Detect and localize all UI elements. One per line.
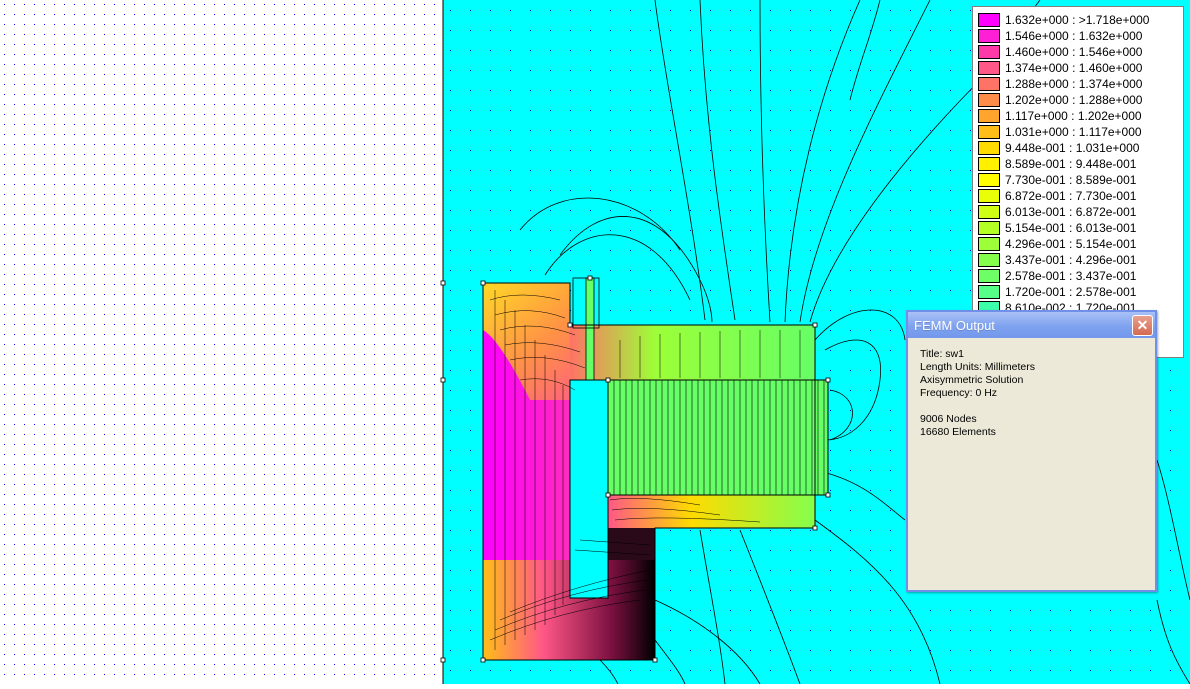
output-info: Title: sw1 Length Units: Millimeters Axi… <box>908 338 1155 449</box>
legend-entry: 1.460e+000 : 1.546e+000 <box>978 44 1142 60</box>
node-count: 9006 Nodes <box>920 413 977 425</box>
legend-label: 1.031e+000 : 1.117e+000 <box>1005 125 1142 139</box>
length-units: Length Units: Millimeters <box>920 361 1035 373</box>
solution-type: Axisymmetric Solution <box>920 374 1024 386</box>
legend-swatch <box>978 221 1000 235</box>
legend-label: 1.460e+000 : 1.546e+000 <box>1005 45 1143 59</box>
window-titlebar[interactable]: FEMM Output ✕ <box>908 312 1155 338</box>
legend-label: 1.117e+000 : 1.202e+000 <box>1005 109 1142 123</box>
legend-entry: 9.448e-001 : 1.031e+000 <box>978 140 1139 156</box>
element-count: 16680 Elements <box>920 426 996 438</box>
legend-swatch <box>978 269 1000 283</box>
legend-label: 1.288e+000 : 1.374e+000 <box>1005 77 1143 91</box>
legend-swatch <box>978 125 1000 139</box>
legend-label: 2.578e-001 : 3.437e-001 <box>1005 269 1137 283</box>
legend-label: 1.546e+000 : 1.632e+000 <box>1005 29 1143 43</box>
legend-label: 7.730e-001 : 8.589e-001 <box>1005 173 1137 187</box>
legend-label: 5.154e-001 : 6.013e-001 <box>1005 221 1137 235</box>
legend-label: 1.202e+000 : 1.288e+000 <box>1005 93 1143 107</box>
legend-entry: 7.730e-001 : 8.589e-001 <box>978 172 1136 188</box>
legend-swatch <box>978 45 1000 59</box>
legend-entry: 6.013e-001 : 6.872e-001 <box>978 204 1136 220</box>
legend-label: 9.448e-001 : 1.031e+000 <box>1005 141 1140 155</box>
legend-label: 1.374e+000 : 1.460e+000 <box>1005 61 1143 75</box>
legend-entry: 1.374e+000 : 1.460e+000 <box>978 60 1142 76</box>
problem-title: Title: sw1 <box>920 348 964 360</box>
legend-swatch <box>978 285 1000 299</box>
legend-swatch <box>978 109 1000 123</box>
femm-output-window[interactable]: FEMM Output ✕ Title: sw1 Length Units: M… <box>906 310 1157 592</box>
legend-entry: 6.872e-001 : 7.730e-001 <box>978 188 1136 204</box>
legend-entry: 1.720e-001 : 2.578e-001 <box>978 284 1136 300</box>
legend-swatch <box>978 237 1000 251</box>
grid-dots-left <box>0 0 443 684</box>
density-legend: 1.632e+000 : >1.718e+000 1.546e+000 : 1.6… <box>972 6 1184 358</box>
legend-swatch <box>978 205 1000 219</box>
legend-entry: 1.202e+000 : 1.288e+000 <box>978 92 1142 108</box>
legend-entry: 8.589e-001 : 9.448e-001 <box>978 156 1136 172</box>
legend-swatch <box>978 13 1000 27</box>
legend-swatch <box>978 93 1000 107</box>
legend-entry: 1.117e+000 : 1.202e+000 <box>978 108 1142 124</box>
legend-entry: 4.296e-001 : 5.154e-001 <box>978 236 1136 252</box>
legend-swatch <box>978 61 1000 75</box>
legend-swatch <box>978 141 1000 155</box>
legend-label: 1.632e+000 : >1.718e+000 <box>1005 13 1150 27</box>
legend-entry: 1.031e+000 : 1.117e+000 <box>978 124 1142 140</box>
legend-label: 6.013e-001 : 6.872e-001 <box>1005 205 1137 219</box>
legend-label: 6.872e-001 : 7.730e-001 <box>1005 189 1137 203</box>
legend-swatch <box>978 29 1000 43</box>
legend-swatch <box>978 157 1000 171</box>
legend-entry: 1.632e+000 : >1.718e+000 <box>978 12 1149 28</box>
legend-entry: 1.546e+000 : 1.632e+000 <box>978 28 1142 44</box>
legend-swatch <box>978 77 1000 91</box>
frequency: Frequency: 0 Hz <box>920 387 998 399</box>
legend-swatch <box>978 253 1000 267</box>
legend-label: 3.437e-001 : 4.296e-001 <box>1005 253 1137 267</box>
close-icon: ✕ <box>1136 316 1149 333</box>
legend-swatch <box>978 173 1000 187</box>
legend-entry: 2.578e-001 : 3.437e-001 <box>978 268 1136 284</box>
femm-post-processor-view[interactable]: 1.632e+000 : >1.718e+000 1.546e+000 : 1.6… <box>0 0 1190 685</box>
legend-entry: 5.154e-001 : 6.013e-001 <box>978 220 1136 236</box>
close-button[interactable]: ✕ <box>1132 314 1153 336</box>
legend-swatch <box>978 189 1000 203</box>
legend-label: 4.296e-001 : 5.154e-001 <box>1005 237 1137 251</box>
legend-label: 1.720e-001 : 2.578e-001 <box>1005 285 1137 299</box>
legend-label: 8.589e-001 : 9.448e-001 <box>1005 157 1137 171</box>
legend-entry: 1.288e+000 : 1.374e+000 <box>978 76 1142 92</box>
window-title: FEMM Output <box>914 317 995 333</box>
legend-entry: 3.437e-001 : 4.296e-001 <box>978 252 1136 268</box>
